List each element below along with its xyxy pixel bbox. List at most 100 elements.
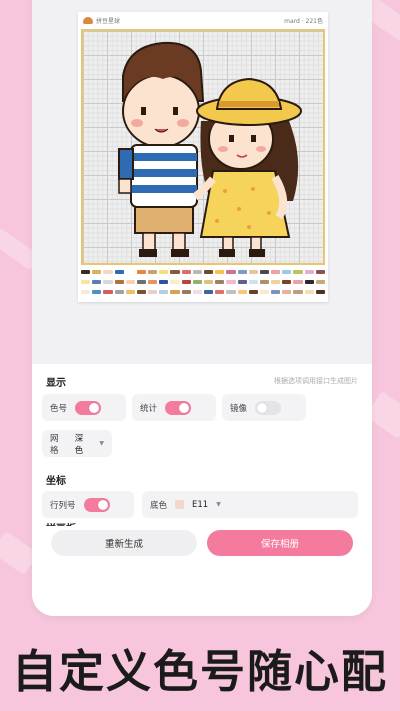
legend-color-swatch [136, 280, 147, 284]
legend-color-swatch [315, 290, 325, 294]
legend-color-swatch [181, 270, 191, 274]
legend-color-swatch [259, 290, 270, 294]
legend-color-swatch [148, 280, 158, 284]
legend-color-swatch [170, 280, 180, 284]
pattern-header: 拼豆星球 mard · 221色 [78, 12, 328, 28]
legend-color-swatch [282, 290, 292, 294]
legend-color-swatch [271, 290, 281, 294]
rowcol-option[interactable]: 行列号 [42, 491, 134, 518]
display-hint: 根据选项调用接口生成图片 [274, 377, 358, 385]
legend-color-swatch [215, 280, 225, 284]
bead-pattern-grid [81, 29, 325, 265]
legend-color-swatch [159, 290, 169, 294]
legend-color-swatch [226, 270, 236, 274]
legend-color-swatch [92, 270, 102, 274]
legend-color-swatch [215, 290, 225, 294]
color-code-toggle[interactable] [75, 400, 102, 415]
stats-toggle[interactable] [165, 400, 192, 415]
legend-color-swatch [192, 290, 202, 294]
coord-section-title: 坐标 [46, 476, 66, 487]
grid-value: 深色 [74, 433, 84, 456]
legend-color-swatch [103, 290, 113, 294]
rowcol-label: 行列号 [50, 500, 76, 511]
phone-screen: 拼豆星球 mard · 221色 显示 根据选项调用接口生成图片 色号 统计 镜… [32, 0, 372, 616]
legend-color-swatch [226, 280, 236, 284]
legend-color-swatch [293, 290, 303, 294]
legend-color-swatch [192, 270, 202, 274]
app-logo-icon [83, 16, 93, 24]
settings-panel: 显示 根据选项调用接口生成图片 色号 统计 镜像 网格 深色 ▼ 坐标 行列号 … [32, 364, 372, 616]
legend-color-swatch [170, 270, 180, 274]
legend-color-swatch [237, 280, 247, 284]
legend-color-swatch [315, 280, 325, 284]
grid-select[interactable]: 网格 深色 ▼ [42, 430, 112, 457]
legend-color-swatch [192, 280, 202, 284]
legend-color-swatch [315, 270, 325, 274]
regenerate-button[interactable]: 重新生成 [51, 530, 197, 556]
stats-label: 统计 [140, 403, 158, 414]
legend-color-swatch [159, 270, 169, 274]
legend-color-swatch [282, 280, 292, 284]
pattern-app-name: 拼豆星球 [96, 17, 121, 25]
legend-color-swatch [215, 270, 225, 274]
legend-color-swatch [181, 290, 191, 294]
legend-color-swatch [248, 290, 258, 294]
legend-color-swatch [114, 270, 124, 274]
promo-caption: 自定义色号随心配 [11, 645, 388, 698]
legend-color-swatch [259, 280, 270, 284]
legend-color-swatch [304, 270, 314, 274]
legend-color-swatch [203, 280, 214, 284]
stats-option[interactable]: 统计 [132, 394, 216, 421]
color-code-option[interactable]: 色号 [42, 394, 126, 421]
save-album-button[interactable]: 保存相册 [207, 530, 353, 556]
legend-color-swatch [248, 280, 258, 284]
base-color-label: 底色 [150, 500, 168, 511]
pattern-preview-card[interactable]: 拼豆星球 mard · 221色 [78, 12, 328, 302]
grid-label: 网格 [50, 433, 59, 456]
legend-color-swatch [125, 270, 135, 274]
legend-color-swatch [148, 290, 158, 294]
legend-color-swatch [237, 290, 247, 294]
legend-color-swatch [203, 270, 214, 274]
legend-color-swatch [81, 280, 91, 284]
base-color-select[interactable]: 底色 E11 ▼ [142, 491, 358, 518]
legend-color-swatch [248, 270, 258, 274]
legend-color-swatch [271, 270, 281, 274]
legend-color-swatch [114, 290, 124, 294]
legend-color-swatch [181, 280, 191, 284]
legend-color-swatch [125, 280, 135, 284]
legend-color-swatch [148, 270, 158, 274]
legend-color-swatch [159, 280, 169, 284]
chevron-down-icon: ▼ [216, 501, 221, 508]
legend-color-swatch [103, 270, 113, 274]
mirror-toggle[interactable] [255, 400, 282, 415]
legend-color-swatch [304, 280, 314, 284]
bead-pattern-illustration [118, 41, 302, 257]
legend-color-swatch [114, 280, 124, 284]
legend-color-swatch [81, 270, 91, 274]
mirror-label: 镜像 [230, 403, 248, 414]
legend-color-swatch [259, 270, 270, 274]
legend-color-swatch [271, 280, 281, 284]
pattern-meta: mard · 221色 [284, 17, 323, 25]
preview-area: 拼豆星球 mard · 221色 [32, 0, 372, 364]
legend-color-swatch [136, 290, 147, 294]
color-code-label: 色号 [50, 403, 68, 414]
legend-color-swatch [103, 280, 113, 284]
legend-color-swatch [92, 280, 102, 284]
legend-color-swatch [136, 270, 147, 274]
mirror-option[interactable]: 镜像 [222, 394, 306, 421]
legend-color-swatch [304, 290, 314, 294]
legend-color-swatch [92, 290, 102, 294]
legend-color-swatch [226, 290, 236, 294]
legend-color-swatch [237, 270, 247, 274]
legend-color-swatch [170, 290, 180, 294]
legend-color-swatch [203, 290, 214, 294]
legend-color-swatch [81, 290, 91, 294]
color-legend-strip [81, 270, 325, 298]
base-color-value: E11 [192, 499, 209, 510]
rowcol-toggle[interactable] [83, 497, 110, 512]
display-section-title: 显示 [46, 378, 66, 389]
legend-color-swatch [125, 290, 135, 294]
base-color-swatch [175, 500, 185, 509]
